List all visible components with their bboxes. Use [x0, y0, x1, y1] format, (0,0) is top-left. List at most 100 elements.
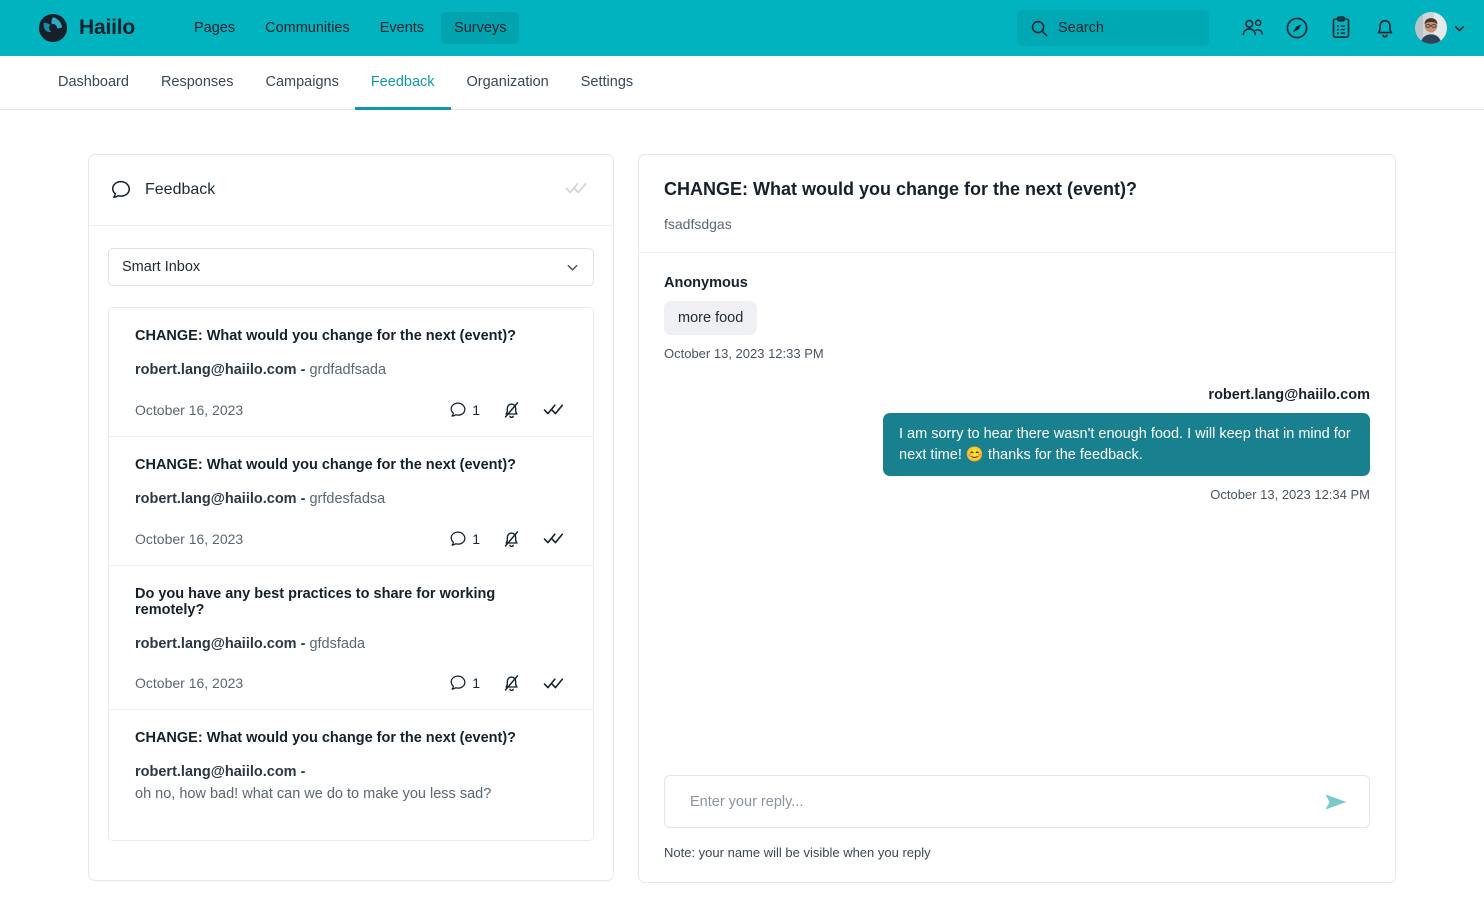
list-item-snippet: robert.lang@haiilo.com - grdfadfsada [135, 360, 567, 382]
feedback-list-body: Smart Inbox CHANGE: What would you chang… [89, 226, 613, 841]
feedback-list: CHANGE: What would you change for the ne… [108, 307, 594, 841]
feedback-list-panel: Feedback Smart Inbox CHANGE: What would … [88, 154, 614, 881]
chevron-down-icon [1454, 25, 1465, 31]
list-item-separator: - [296, 764, 306, 781]
notifications-button[interactable] [1363, 8, 1407, 48]
list-item-separator: - [296, 362, 310, 378]
list-item-author: robert.lang@haiilo.com [135, 635, 297, 652]
compass-button[interactable] [1275, 8, 1319, 48]
comment-count-button[interactable]: 1 [449, 401, 480, 419]
comment-count-button[interactable]: 1 [449, 674, 480, 692]
list-item-date: October 16, 2023 [135, 530, 244, 547]
haiilo-logo-icon [38, 13, 68, 43]
sub-nav: Dashboard Responses Campaigns Feedback O… [0, 56, 1484, 110]
comment-count: 1 [472, 530, 480, 547]
message-timestamp: October 13, 2023 12:33 PM [664, 346, 824, 361]
top-bar-right: Search [1017, 8, 1466, 48]
people-icon [1242, 19, 1263, 36]
list-item-author: robert.lang@haiilo.com [135, 490, 297, 507]
avatar [1415, 12, 1447, 44]
list-item-title: CHANGE: What would you change for the ne… [135, 456, 517, 473]
nav-pages[interactable]: Pages [181, 12, 248, 44]
list-item[interactable]: CHANGE: What would you change for the ne… [109, 436, 593, 566]
list-item[interactable]: Do you have any best practices to share … [109, 565, 593, 711]
message-outgoing: robert.lang@haiilo.com I am sorry to hea… [664, 387, 1370, 502]
reply-note: Note: your name will be visible when you… [664, 845, 931, 860]
list-item-footer: October 16, 2023 1 [135, 673, 567, 693]
list-item-snippet: robert.lang@haiilo.com - oh no, how bad!… [135, 762, 567, 806]
brand-logo[interactable]: Haiilo [38, 13, 135, 43]
detail-title: CHANGE: What would you change for the ne… [664, 179, 1138, 199]
reply-input[interactable] [690, 793, 1319, 810]
list-item-title: CHANGE: What would you change for the ne… [135, 730, 517, 747]
feedback-detail-panel: CHANGE: What would you change for the ne… [638, 154, 1396, 883]
top-bar: Haiilo Pages Communities Events Surveys … [0, 0, 1484, 56]
nav-surveys[interactable]: Surveys [441, 12, 520, 44]
clipboard-button[interactable] [1319, 8, 1363, 48]
compass-icon [1286, 17, 1308, 39]
message-incoming: Anonymous more food October 13, 2023 12:… [664, 275, 1370, 361]
comment-count: 1 [472, 675, 480, 692]
list-item-actions: 1 [449, 400, 567, 420]
nav-communities[interactable]: Communities [252, 12, 363, 44]
detail-header: CHANGE: What would you change for the ne… [639, 155, 1395, 253]
reply-area: Note: your name will be visible when you… [639, 775, 1395, 882]
list-item[interactable]: CHANGE: What would you change for the ne… [109, 710, 593, 840]
tab-feedback[interactable]: Feedback [354, 56, 451, 110]
feedback-list-title: Feedback [145, 181, 216, 198]
mark-read-button[interactable] [543, 676, 567, 691]
tab-settings[interactable]: Settings [565, 56, 649, 110]
comment-icon [450, 402, 466, 417]
list-item-title: CHANGE: What would you change for the ne… [135, 328, 517, 344]
people-button[interactable] [1231, 8, 1275, 48]
double-check-icon [543, 678, 564, 689]
list-item-snippet: robert.lang@haiilo.com - gfdsfada [135, 634, 567, 656]
list-item-date: October 16, 2023 [135, 675, 244, 692]
primary-nav: Pages Communities Events Surveys [181, 12, 520, 44]
message-thread: Anonymous more food October 13, 2023 12:… [639, 253, 1395, 775]
nav-events[interactable]: Events [367, 12, 437, 44]
list-item-footer: October 16, 2023 1 [135, 529, 567, 549]
inbox-filter-select[interactable]: Smart Inbox [108, 248, 594, 286]
tab-campaigns[interactable]: Campaigns [249, 56, 354, 110]
list-item-actions: 1 [449, 529, 567, 549]
mute-button[interactable] [502, 529, 521, 549]
chevron-down-icon [567, 264, 578, 271]
mute-button[interactable] [502, 673, 521, 693]
list-item-text: gfdsfada [309, 635, 366, 652]
mark-read-button[interactable] [543, 402, 567, 417]
list-item-date: October 16, 2023 [135, 401, 244, 418]
feedback-list-header: Feedback [89, 155, 613, 226]
list-item-footer: October 16, 2023 1 [135, 400, 567, 420]
detail-subtitle: fsadfsdgas [664, 216, 732, 232]
tab-organization[interactable]: Organization [451, 56, 565, 110]
tab-responses[interactable]: Responses [145, 56, 250, 110]
comment-count-button[interactable]: 1 [449, 530, 480, 548]
double-check-icon [543, 404, 564, 415]
mark-all-read-button[interactable] [565, 180, 591, 201]
mute-button[interactable] [502, 400, 521, 420]
mark-read-button[interactable] [543, 531, 567, 546]
list-item[interactable]: CHANGE: What would you change for the ne… [109, 308, 593, 437]
list-item-text: oh no, how bad! what can we do to make y… [135, 786, 492, 802]
list-item-snippet: robert.lang@haiilo.com - grfdesfadsa [135, 489, 567, 511]
comment-icon [450, 531, 466, 546]
message-author: robert.lang@haiilo.com [1208, 387, 1370, 403]
list-item-separator: - [296, 635, 310, 652]
search-box[interactable]: Search [1017, 10, 1209, 46]
brand-name: Haiilo [79, 16, 135, 39]
message-timestamp: October 13, 2023 12:34 PM [1210, 487, 1370, 503]
message-author: Anonymous [664, 275, 748, 291]
send-button[interactable] [1319, 787, 1353, 817]
tab-dashboard[interactable]: Dashboard [42, 56, 145, 110]
double-check-icon [543, 533, 564, 544]
bell-off-icon [504, 401, 519, 418]
comment-icon [111, 180, 131, 199]
user-menu[interactable] [1415, 12, 1466, 44]
list-item-author: robert.lang@haiilo.com [135, 362, 297, 378]
list-item-text: grfdesfadsa [309, 490, 386, 507]
list-item-title: Do you have any best practices to share … [135, 585, 496, 618]
inbox-filter-value: Smart Inbox [122, 259, 201, 275]
reply-box[interactable] [664, 775, 1370, 828]
list-item-text: grdfadfsada [309, 362, 387, 378]
